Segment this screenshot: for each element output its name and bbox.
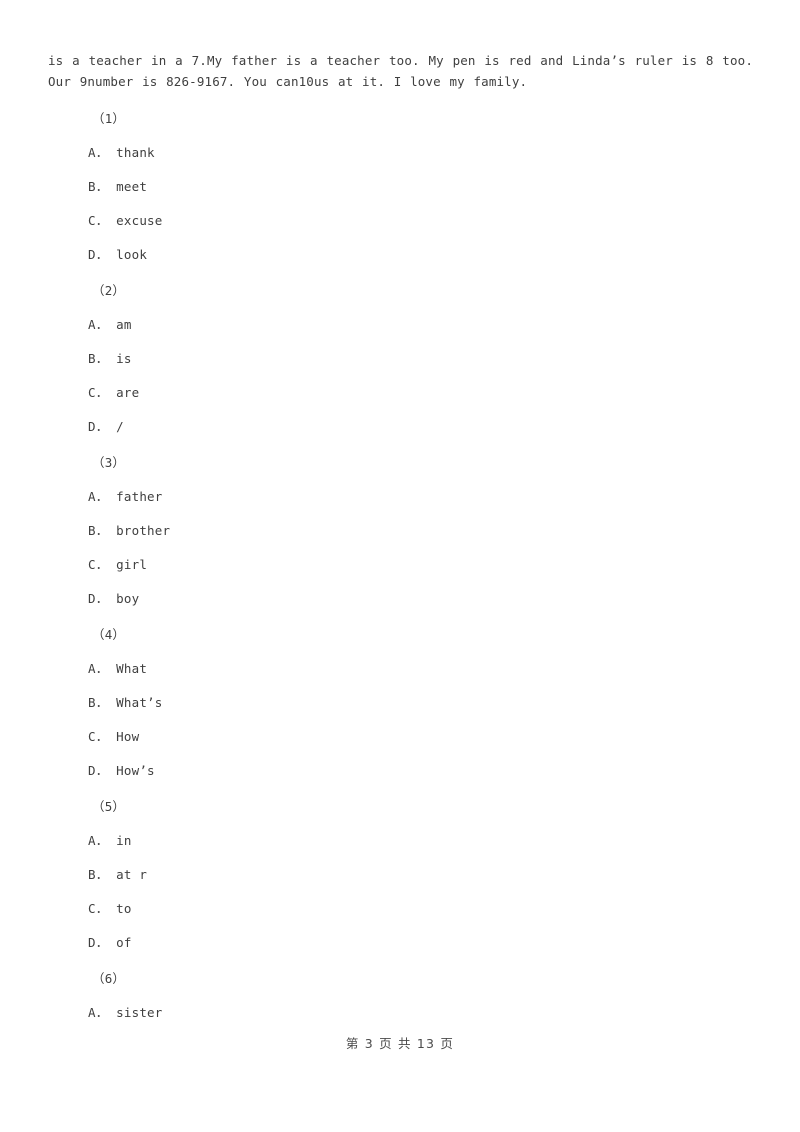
question-3-option-b[interactable]: B． brother xyxy=(88,514,800,548)
question-1-option-b[interactable]: B． meet xyxy=(88,170,800,204)
question-block-2: （2） A． am B． is C． are D． / xyxy=(0,274,800,444)
question-1-option-d[interactable]: D． look xyxy=(88,238,800,272)
question-number-1: （1） xyxy=(92,111,126,126)
question-3-option-d[interactable]: D． boy xyxy=(88,582,800,616)
passage-paragraph: is a teacher in a 7.My father is a teach… xyxy=(48,53,753,89)
question-5-option-c[interactable]: C． to xyxy=(88,892,800,926)
question-block-6: （6） A． sister xyxy=(0,962,800,1030)
question-3-option-a[interactable]: A． father xyxy=(88,480,800,514)
question-4-option-d[interactable]: D． How’s xyxy=(88,754,800,788)
question-number-5: （5） xyxy=(92,799,126,814)
question-block-5: （5） A． in B． at r C． to D． of xyxy=(0,790,800,960)
question-block-1: （1） A． thank B． meet C． excuse D． look xyxy=(0,102,800,272)
question-block-3: （3） A． father B． brother C． girl D． boy xyxy=(0,446,800,616)
question-1-option-c[interactable]: C． excuse xyxy=(88,204,800,238)
question-6-option-a[interactable]: A． sister xyxy=(88,996,800,1030)
question-2-option-d[interactable]: D． / xyxy=(88,410,800,444)
question-number-4: （4） xyxy=(92,627,126,642)
question-number-6: （6） xyxy=(92,971,126,986)
page-footer: 第 3 页 共 13 页 xyxy=(345,1036,455,1051)
question-5-option-b[interactable]: B． at r xyxy=(88,858,800,892)
question-4-option-c[interactable]: C． How xyxy=(88,720,800,754)
question-4-option-a[interactable]: A． What xyxy=(88,652,800,686)
question-5-option-a[interactable]: A． in xyxy=(88,824,800,858)
question-4-option-b[interactable]: B． What’s xyxy=(88,686,800,720)
question-5-option-d[interactable]: D． of xyxy=(88,926,800,960)
question-2-option-a[interactable]: A． am xyxy=(88,308,800,342)
question-1-option-a[interactable]: A． thank xyxy=(88,136,800,170)
document-page: is a teacher in a 7.My father is a teach… xyxy=(0,0,800,1132)
question-number-3: （3） xyxy=(92,455,126,470)
question-number-2: （2） xyxy=(92,283,126,298)
question-2-option-c[interactable]: C． are xyxy=(88,376,800,410)
question-2-option-b[interactable]: B． is xyxy=(88,342,800,376)
question-block-4: （4） A． What B． What’s C． How D． How’s xyxy=(0,618,800,788)
question-3-option-c[interactable]: C． girl xyxy=(88,548,800,582)
